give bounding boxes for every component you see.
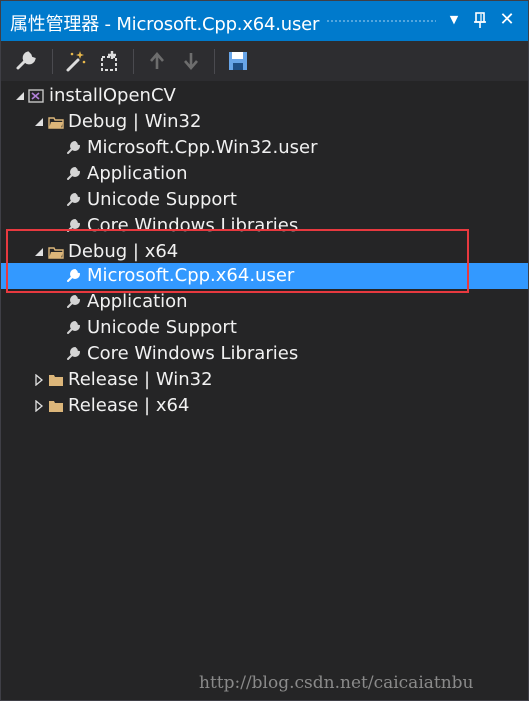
tree-item-label: Release | x64 — [68, 395, 190, 416]
tree-sheet-core-windows-libraries[interactable]: Core Windows Libraries — [1, 341, 528, 367]
window-title: 属性管理器 - Microsoft.Cpp.x64.user — [10, 14, 320, 35]
move-down-icon[interactable] — [179, 49, 203, 73]
tree-item-label: Microsoft.Cpp.Win32.user — [87, 137, 318, 158]
open-folder-icon — [48, 247, 64, 259]
toolbar-separator — [214, 49, 215, 74]
property-sheet-wrench-icon — [67, 166, 81, 180]
properties-wrench-icon[interactable] — [14, 49, 38, 73]
move-up-icon[interactable] — [145, 49, 169, 73]
property-sheet-wrench-icon — [67, 320, 81, 334]
tree-sheet-core-windows-libraries[interactable]: Core Windows Libraries — [1, 213, 528, 239]
watermark: http://blog.csdn.net/caicaiatnbu — [199, 673, 474, 693]
tree-item-label: Core Windows Libraries — [87, 343, 299, 364]
tree-item-label: Release | Win32 — [68, 369, 213, 390]
expanded-triangle-icon[interactable] — [33, 116, 45, 128]
property-sheet-wrench-icon — [67, 268, 81, 282]
tree-config-release-win32[interactable]: Release | Win32 — [1, 367, 528, 393]
tree-item-label: Application — [87, 163, 188, 184]
toolbar — [1, 41, 528, 81]
tree-root-installopencv[interactable]: installOpenCV — [1, 83, 528, 109]
toolbar-separator — [52, 49, 53, 74]
tree-config-debug-win32[interactable]: Debug | Win32 — [1, 109, 528, 135]
tree-sheet-microsoft-cpp-x64-user[interactable]: Microsoft.Cpp.x64.user — [1, 263, 528, 289]
property-sheet-wrench-icon — [67, 192, 81, 206]
tree-item-label: Debug | x64 — [68, 241, 179, 262]
tree-item-label: Microsoft.Cpp.x64.user — [87, 265, 295, 286]
toolbar-separator — [133, 49, 134, 74]
expanded-triangle-icon[interactable] — [33, 246, 45, 258]
folder-icon — [49, 401, 63, 412]
title-bar[interactable]: 属性管理器 - Microsoft.Cpp.x64.user ▼ ✕ — [1, 1, 528, 41]
property-sheet-wrench-icon — [67, 218, 81, 232]
property-sheet-wrench-icon — [67, 346, 81, 360]
tree-config-debug-x64[interactable]: Debug | x64 — [1, 239, 528, 265]
tree-sheet-unicode-support[interactable]: Unicode Support — [1, 315, 528, 341]
add-new-property-sheet-icon[interactable] — [63, 49, 87, 73]
property-sheet-wrench-icon — [67, 294, 81, 308]
expanded-triangle-icon[interactable] — [14, 90, 26, 102]
tree-config-release-x64[interactable]: Release | x64 — [1, 393, 528, 419]
tree-item-label: Unicode Support — [87, 189, 237, 210]
open-folder-icon — [48, 117, 64, 129]
tree-item-label: Core Windows Libraries — [87, 215, 299, 236]
tree-item-label: Application — [87, 291, 188, 312]
tree-sheet-unicode-support[interactable]: Unicode Support — [1, 187, 528, 213]
add-existing-property-sheet-icon[interactable] — [98, 49, 122, 73]
pin-icon[interactable] — [470, 9, 490, 31]
tree-sheet-microsoft-cpp-win32-user[interactable]: Microsoft.Cpp.Win32.user — [1, 135, 528, 161]
tree-item-label: installOpenCV — [49, 85, 176, 106]
tree-item-label: Unicode Support — [87, 317, 237, 338]
save-icon[interactable] — [226, 49, 250, 73]
tree-sheet-application[interactable]: Application — [1, 289, 528, 315]
close-icon[interactable]: ✕ — [497, 9, 517, 31]
tree-sheet-application[interactable]: Application — [1, 161, 528, 187]
property-sheet-wrench-icon — [67, 140, 81, 154]
tree-item-label: Debug | Win32 — [68, 111, 202, 132]
property-manager-window: 属性管理器 - Microsoft.Cpp.x64.user ▼ ✕ insta… — [0, 0, 529, 701]
collapsed-triangle-icon[interactable] — [33, 400, 45, 412]
title-bar-grip[interactable] — [326, 19, 436, 24]
collapsed-triangle-icon[interactable] — [33, 374, 45, 386]
cpp-project-icon — [28, 89, 44, 103]
folder-icon — [49, 375, 63, 386]
window-position-dropdown-icon[interactable]: ▼ — [444, 9, 464, 31]
